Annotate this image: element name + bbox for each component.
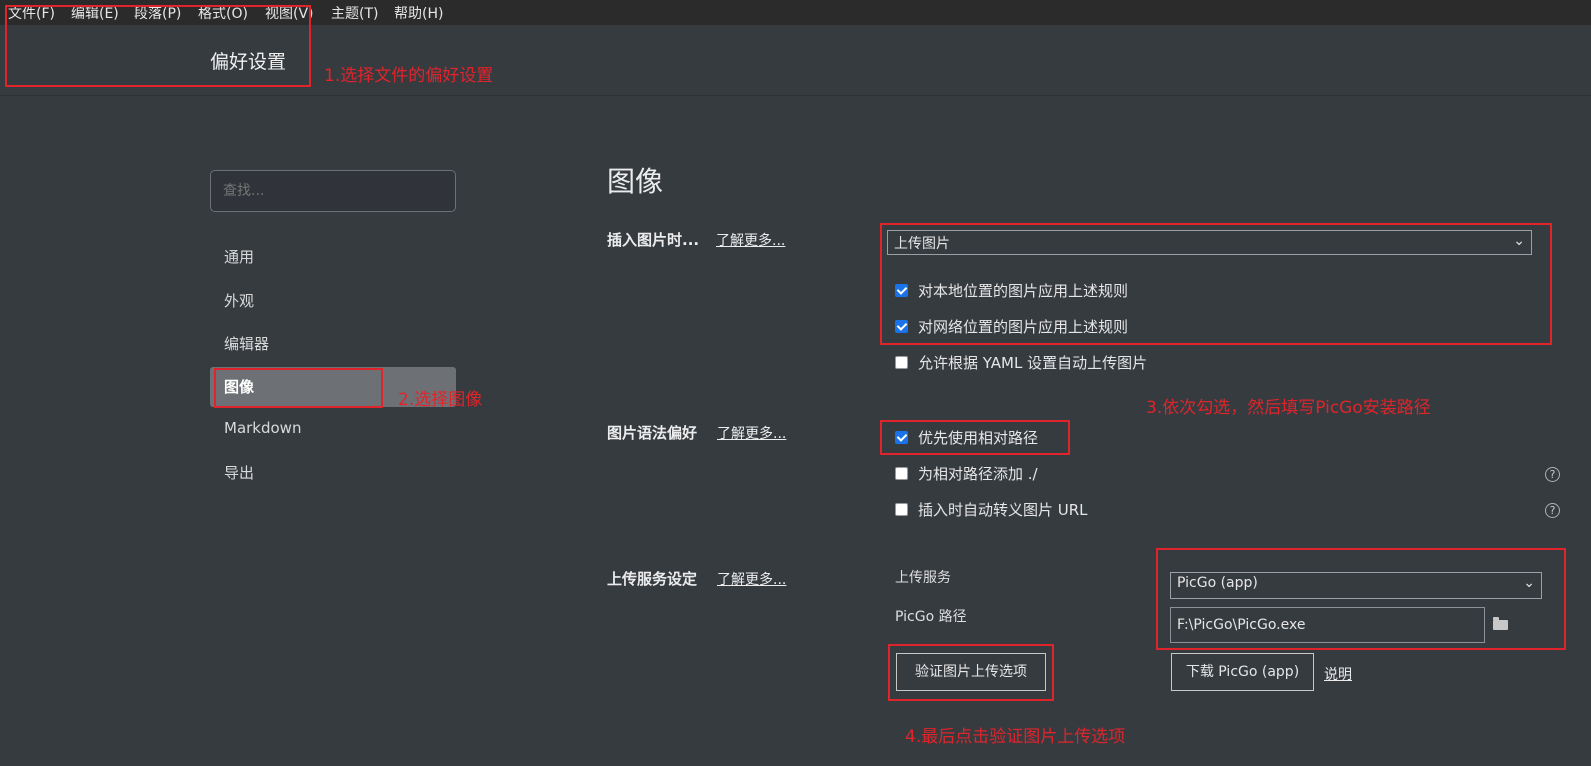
annotation-box-relative-path [880, 420, 1070, 455]
annotation-box-upload-service [1156, 548, 1566, 650]
help-icon[interactable]: ? [1545, 503, 1560, 518]
option-escape-url-label: 插入时自动转义图片 URL [918, 501, 1088, 519]
option-yaml-upload[interactable]: 允许根据 YAML 设置自动上传图片 [895, 352, 1147, 373]
annotation-note-2: 2.选择图像 [398, 390, 483, 410]
sidebar-item-export[interactable]: 导出 [224, 462, 254, 483]
syntax-learn-more-link[interactable]: 了解更多... [717, 423, 786, 443]
annotation-note-3: 3.依次勾选，然后填写PicGo安装路径 [1146, 398, 1431, 418]
option-yaml-upload-label: 允许根据 YAML 设置自动上传图片 [918, 354, 1148, 372]
sidebar-item-general[interactable]: 通用 [224, 246, 254, 267]
insert-image-label: 插入图片时... [607, 231, 700, 249]
search-input[interactable] [210, 170, 456, 212]
explain-link[interactable]: 说明 [1324, 664, 1352, 684]
checkbox-escape-url[interactable] [895, 503, 908, 516]
menu-theme[interactable]: 主题(T) [331, 3, 378, 23]
annotation-box-image-nav [214, 368, 383, 408]
annotation-box-verify-button [888, 644, 1054, 701]
option-dot-slash[interactable]: 为相对路径添加 ./ [895, 463, 1038, 484]
annotation-note-4: 4.最后点击验证图片上传选项 [905, 727, 1126, 747]
sidebar-item-markdown[interactable]: Markdown [224, 419, 301, 437]
annotation-box-preferences [5, 5, 311, 87]
annotation-box-insert-options [880, 223, 1552, 345]
syntax-preference-label: 图片语法偏好 [607, 424, 698, 442]
upload-service-settings-label: 上传服务设定 [607, 570, 698, 588]
insert-learn-more-link[interactable]: 了解更多... [716, 230, 785, 250]
picgo-path-label: PicGo 路径 [895, 609, 967, 625]
upload-service-label: 上传服务 [895, 570, 951, 586]
sidebar-item-editor[interactable]: 编辑器 [224, 333, 269, 354]
sidebar-item-appearance[interactable]: 外观 [224, 290, 254, 311]
checkbox-dot-slash[interactable] [895, 467, 908, 480]
download-picgo-button[interactable]: 下载 PicGo (app) [1171, 653, 1314, 691]
menu-help[interactable]: 帮助(H) [394, 3, 443, 23]
option-dot-slash-label: 为相对路径添加 ./ [918, 465, 1038, 483]
upload-learn-more-link[interactable]: 了解更多... [717, 569, 786, 589]
page-title: 图像 [607, 165, 664, 198]
option-escape-url[interactable]: 插入时自动转义图片 URL [895, 499, 1088, 520]
help-icon[interactable]: ? [1545, 467, 1560, 482]
checkbox-yaml-upload[interactable] [895, 356, 908, 369]
annotation-note-1: 1.选择文件的偏好设置 [324, 66, 494, 86]
